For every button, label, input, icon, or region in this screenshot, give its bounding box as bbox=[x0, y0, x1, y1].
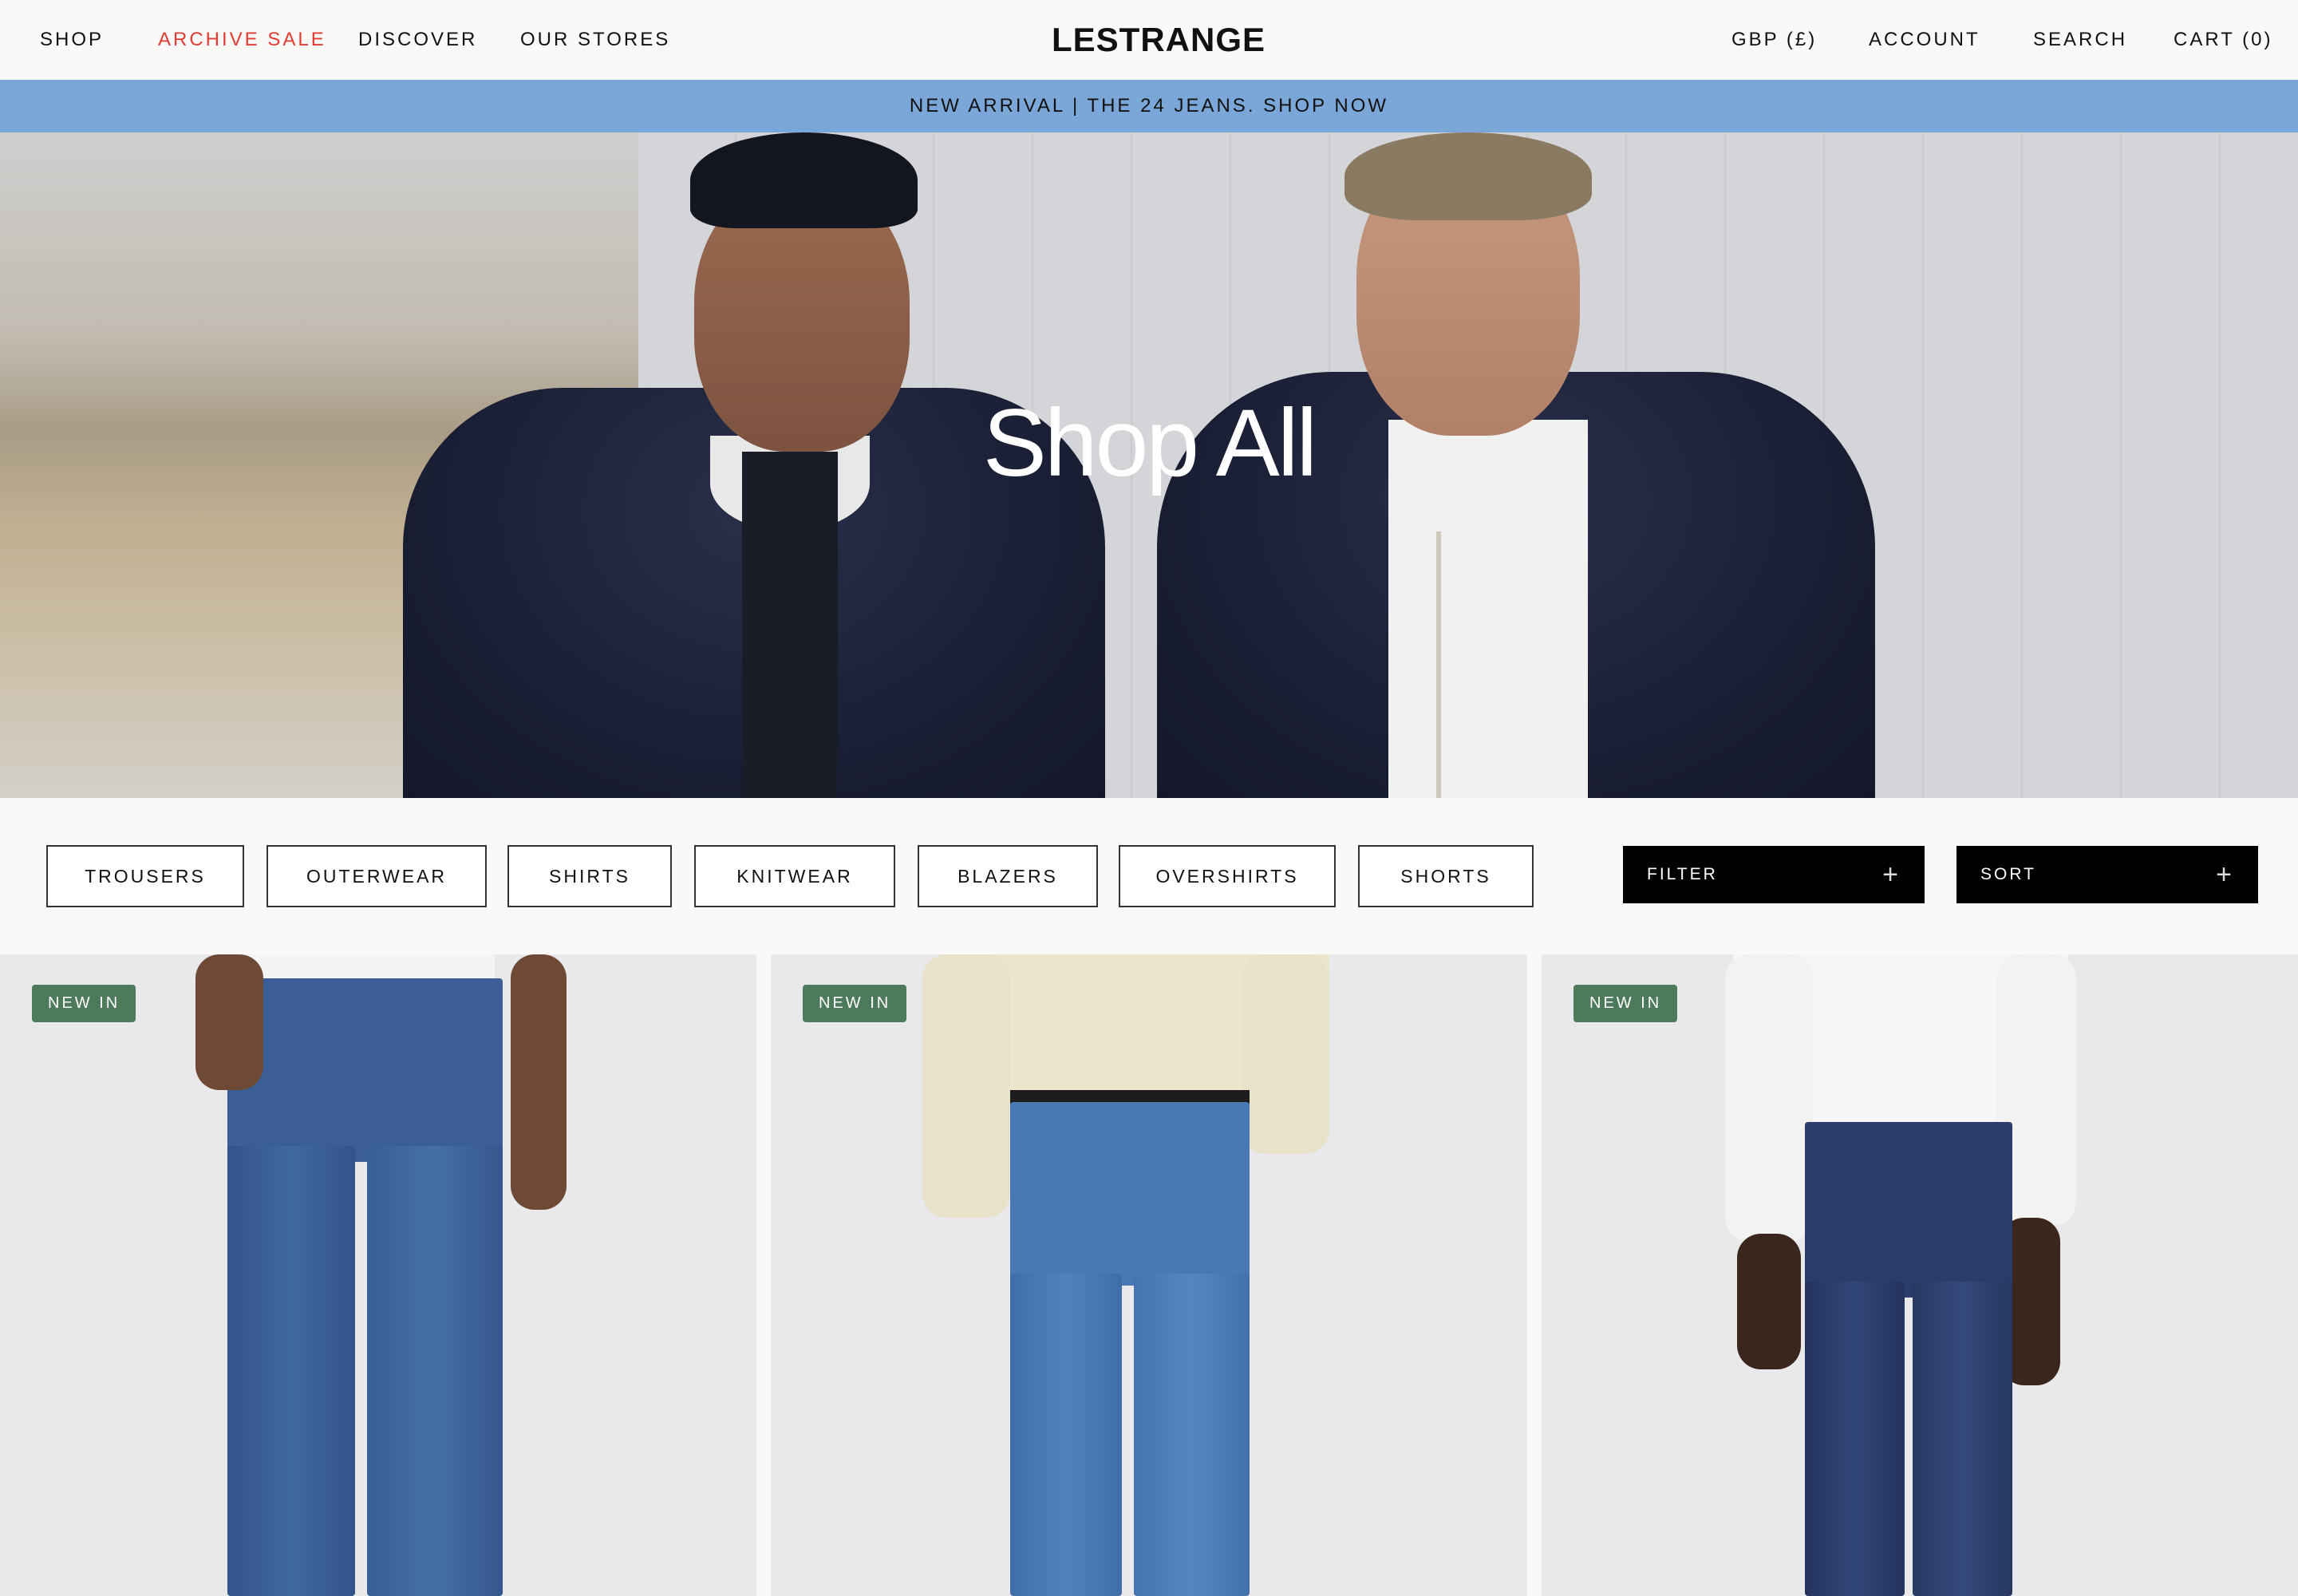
filter-label: FILTER bbox=[1647, 865, 1718, 883]
nav-account[interactable]: ACCOUNT bbox=[1869, 29, 1980, 51]
category-chip-shorts[interactable]: SHORTS bbox=[1358, 845, 1534, 907]
nav-shop[interactable]: SHOP bbox=[40, 29, 104, 51]
filter-button[interactable]: FILTER + bbox=[1623, 846, 1925, 903]
plus-icon: + bbox=[2216, 859, 2234, 890]
new-in-badge: NEW IN bbox=[1573, 985, 1678, 1022]
site-logo[interactable]: LESTRANGE bbox=[1052, 21, 1265, 59]
product-model-hand-left bbox=[1737, 1234, 1801, 1369]
product-card[interactable]: NEW IN bbox=[1542, 954, 2298, 1596]
sort-button[interactable]: SORT + bbox=[1956, 846, 2258, 903]
category-chip-trousers[interactable]: TROUSERS bbox=[46, 845, 244, 907]
currency-selector[interactable]: GBP (£) bbox=[1731, 29, 1817, 51]
category-bar: TROUSERS OUTERWEAR SHIRTS KNITWEAR BLAZE… bbox=[0, 798, 2298, 954]
product-card[interactable]: NEW IN bbox=[771, 954, 1527, 1596]
category-chip-shirts[interactable]: SHIRTS bbox=[507, 845, 672, 907]
page-title: Shop All bbox=[982, 389, 1317, 496]
nav-our-stores[interactable]: OUR STORES bbox=[520, 29, 670, 51]
category-chip-knitwear[interactable]: KNITWEAR bbox=[694, 845, 895, 907]
product-model-arm-right bbox=[511, 954, 567, 1210]
nav-cart[interactable]: CART (0) bbox=[2174, 29, 2272, 51]
nav-archive-sale[interactable]: ARCHIVE SALE bbox=[158, 29, 326, 51]
new-in-badge: NEW IN bbox=[803, 985, 907, 1022]
product-model-arm-left bbox=[1725, 954, 1813, 1242]
plus-icon: + bbox=[1882, 859, 1901, 890]
promo-banner[interactable]: NEW ARRIVAL | THE 24 JEANS. SHOP NOW bbox=[0, 80, 2298, 132]
nav-search[interactable]: SEARCH bbox=[2033, 29, 2127, 51]
category-chip-outerwear[interactable]: OUTERWEAR bbox=[267, 845, 487, 907]
product-model-arm-right bbox=[1242, 954, 1329, 1154]
new-in-badge: NEW IN bbox=[32, 985, 136, 1022]
product-model-arm-left bbox=[195, 954, 263, 1090]
product-model-arm-left bbox=[922, 954, 1010, 1218]
site-header: SHOP ARCHIVE SALE DISCOVER OUR STORES LE… bbox=[0, 0, 2298, 80]
hero-image: Shop All bbox=[0, 132, 2298, 798]
category-chip-blazers[interactable]: BLAZERS bbox=[918, 845, 1098, 907]
product-card[interactable]: NEW IN bbox=[0, 954, 756, 1596]
nav-discover[interactable]: DISCOVER bbox=[358, 29, 477, 51]
sort-label: SORT bbox=[1980, 865, 2036, 883]
category-chip-overshirts[interactable]: OVERSHIRTS bbox=[1119, 845, 1336, 907]
